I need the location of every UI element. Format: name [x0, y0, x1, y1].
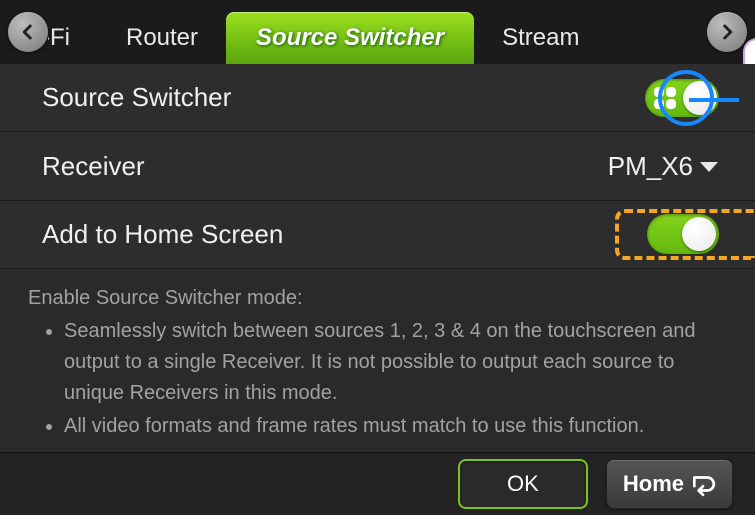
chevron-left-icon [19, 23, 37, 41]
toggle-knob [682, 217, 716, 251]
row-receiver: Receiver PM_X6 [0, 132, 755, 200]
tab-stream-partial[interactable]: Stream [474, 12, 579, 64]
settings-screen: -Fi Router Source Switcher Stream Source… [0, 0, 755, 515]
highlight-connector [689, 98, 739, 102]
info-text: Enable Source Switcher mode: Seamlessly … [0, 269, 755, 452]
row-source-switcher: Source Switcher [0, 64, 755, 132]
tab-source-switcher[interactable]: Source Switcher [226, 12, 474, 64]
receiver-value: PM_X6 [608, 151, 693, 182]
home-button-label: Home [623, 471, 684, 497]
tab-router[interactable]: Router [98, 12, 226, 64]
ok-button-label: OK [507, 471, 539, 497]
tab-wifi-partial[interactable]: -Fi [48, 12, 98, 64]
home-button[interactable]: Home [606, 459, 733, 509]
tabs-prev-button[interactable] [8, 12, 48, 52]
tab-bar: -Fi Router Source Switcher Stream [0, 0, 755, 64]
info-bullet: All video formats and frame rates must m… [64, 411, 727, 442]
add-home-label: Add to Home Screen [42, 219, 647, 250]
tabs-container: -Fi Router Source Switcher Stream [48, 0, 707, 64]
info-lead: Enable Source Switcher mode: [28, 283, 727, 314]
bottom-bar: OK Home [0, 452, 755, 515]
chevron-right-icon [718, 23, 736, 41]
source-switcher-label: Source Switcher [42, 82, 645, 113]
tabs-next-button[interactable] [707, 12, 747, 52]
info-bullet: Seamlessly switch between sources 1, 2, … [64, 316, 727, 409]
ok-button[interactable]: OK [458, 459, 588, 509]
chevron-down-icon [699, 151, 719, 182]
grid-icon [654, 87, 676, 109]
row-add-home: Add to Home Screen [0, 201, 755, 269]
return-icon [690, 471, 716, 497]
add-home-toggle[interactable] [647, 214, 719, 254]
receiver-label: Receiver [42, 151, 608, 182]
receiver-dropdown[interactable]: PM_X6 [608, 151, 719, 182]
